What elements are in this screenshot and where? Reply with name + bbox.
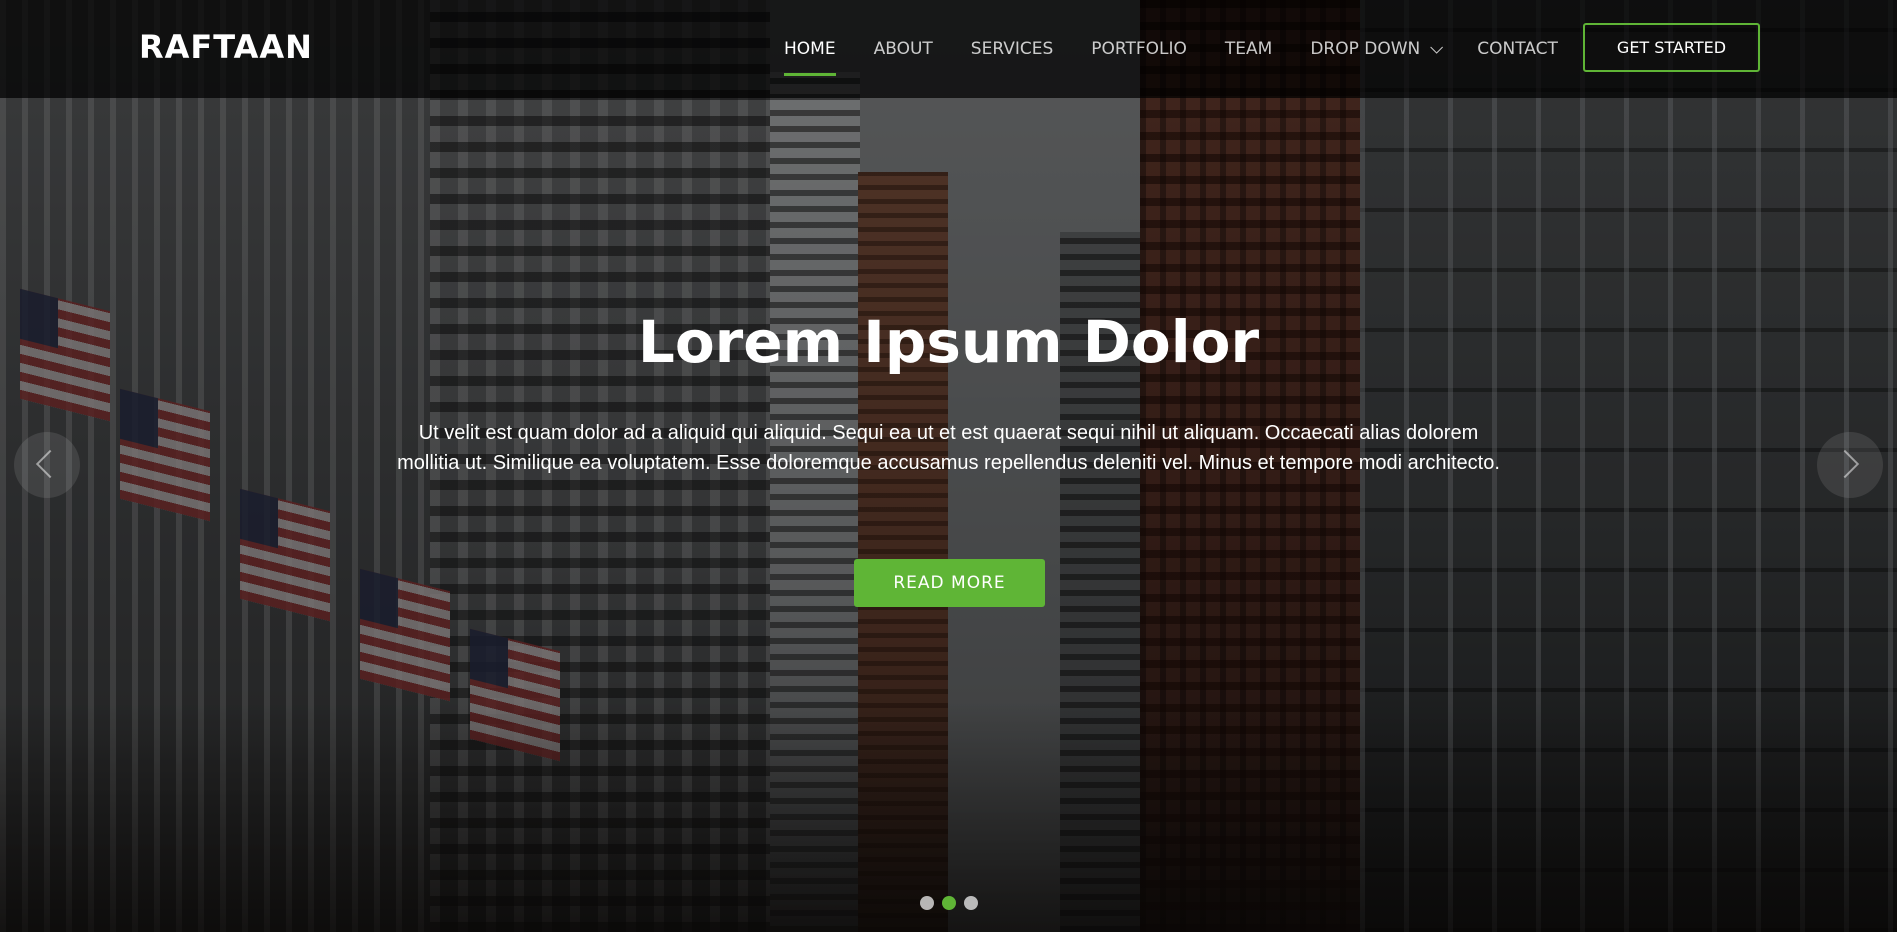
brand-logo[interactable]: RAFTAAN xyxy=(139,28,313,66)
carousel-next-button[interactable] xyxy=(1817,432,1883,498)
hero-title: Lorem Ipsum Dolor xyxy=(637,308,1260,376)
chevron-down-icon xyxy=(1430,40,1444,54)
carousel-dot-1[interactable] xyxy=(920,896,934,910)
nav-item-services[interactable]: SERVICES xyxy=(971,39,1053,59)
carousel-prev-button[interactable] xyxy=(14,432,80,498)
nav-item-label: TEAM xyxy=(1224,39,1273,59)
read-more-button[interactable]: READ MORE xyxy=(854,559,1045,607)
nav-item-portfolio[interactable]: PORTFOLIO xyxy=(1091,39,1187,59)
carousel-dot-2[interactable] xyxy=(942,896,956,910)
chevron-left-icon xyxy=(35,449,65,479)
carousel-dot-3[interactable] xyxy=(964,896,978,910)
nav-item-about[interactable]: ABOUT xyxy=(874,39,933,59)
nav-item-label: DROP DOWN xyxy=(1310,39,1421,59)
carousel-indicators xyxy=(920,896,978,910)
get-started-button[interactable]: GET STARTED xyxy=(1583,23,1760,72)
hero-description: Ut velit est quam dolor ad a aliquid qui… xyxy=(397,422,1500,474)
chevron-right-icon xyxy=(1830,449,1860,479)
nav-item-contact[interactable]: CONTACT xyxy=(1477,39,1558,59)
nav-item-label: CONTACT xyxy=(1477,39,1558,59)
nav-item-label: ABOUT xyxy=(873,39,933,59)
site-header: RAFTAAN HOME ABOUT SERVICES PORTFOLIO TE… xyxy=(0,0,1897,98)
nav-item-label: SERVICES xyxy=(970,39,1054,59)
nav-item-label: PORTFOLIO xyxy=(1091,39,1187,59)
nav-item-team[interactable]: TEAM xyxy=(1225,39,1272,59)
nav-item-home[interactable]: HOME xyxy=(784,39,836,76)
nav-item-drop-down[interactable]: DROP DOWN xyxy=(1310,39,1444,59)
nav-item-label: HOME xyxy=(784,39,836,59)
main-nav: HOME ABOUT SERVICES PORTFOLIO TEAM DROP … xyxy=(784,0,1596,98)
